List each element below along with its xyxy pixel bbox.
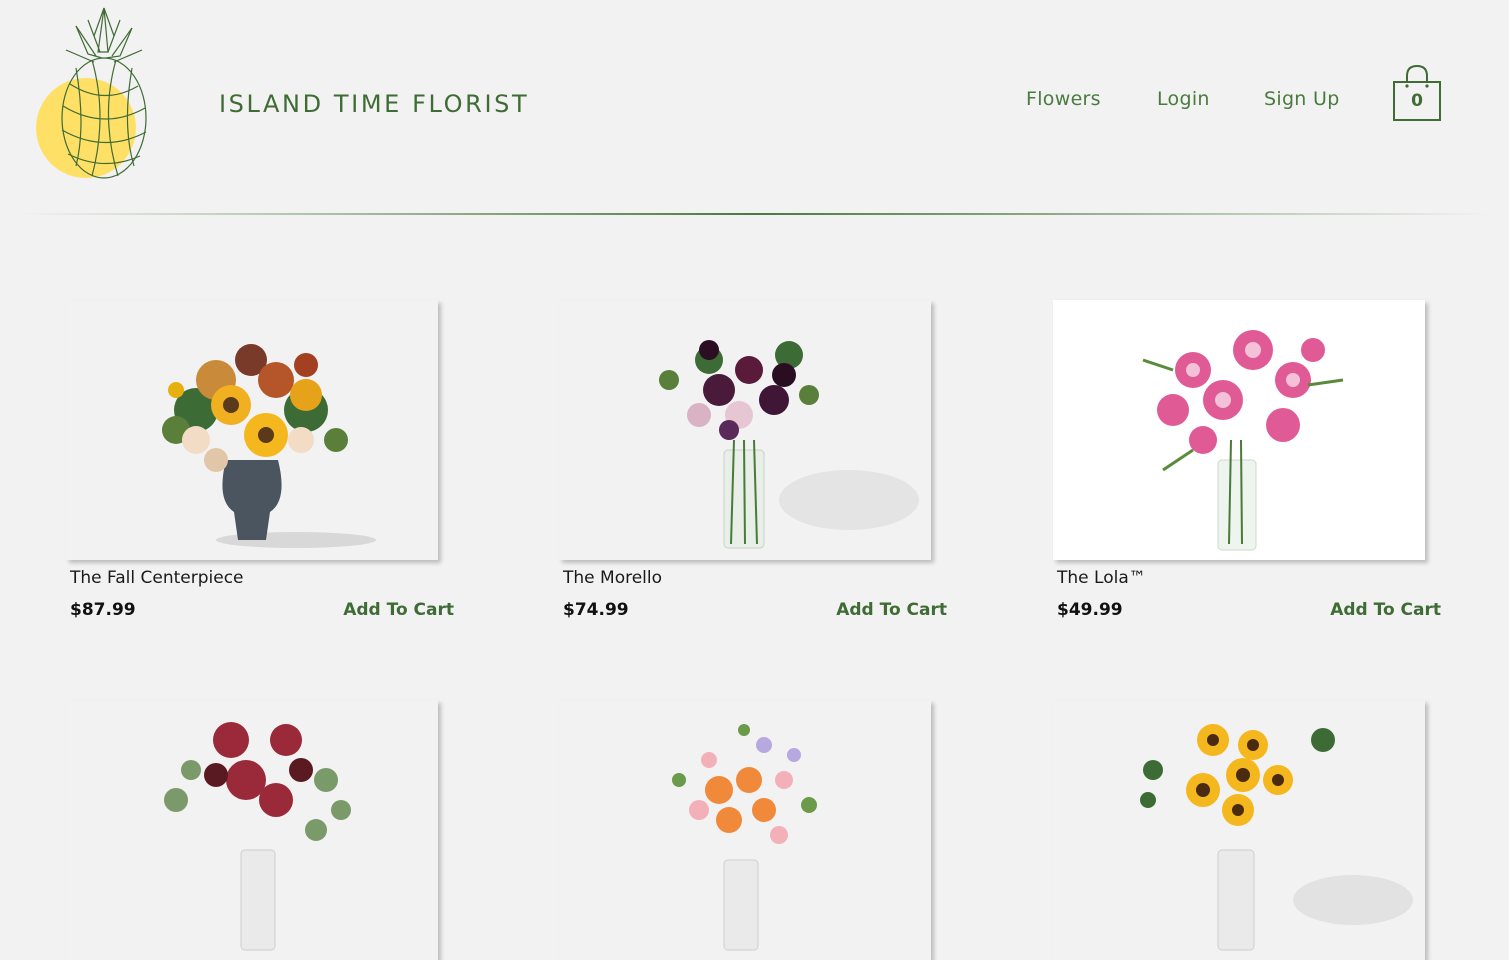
cart-button[interactable]: 0 [1391,62,1443,124]
cart-count: 0 [1411,91,1423,111]
nav-login[interactable]: Login [1157,88,1210,110]
add-to-cart-button[interactable]: Add To Cart [1330,600,1441,620]
product-price: $74.99 [563,600,629,620]
nav-flowers[interactable]: Flowers [1026,88,1101,110]
header-divider [20,213,1490,215]
product-image-fall-centerpiece[interactable] [66,300,438,560]
product-name[interactable]: The Morello [563,568,662,588]
product-image-protea[interactable] [66,700,438,960]
brand-name[interactable]: ISLAND TIME FLORIST [219,90,529,118]
product-image-rose-snapdragon[interactable] [559,700,931,960]
add-to-cart-button[interactable]: Add To Cart [343,600,454,620]
nav-signup[interactable]: Sign Up [1264,88,1340,110]
product-name[interactable]: The Fall Centerpiece [70,568,244,588]
product-image-lola[interactable] [1053,300,1425,560]
product-price: $49.99 [1057,600,1123,620]
pineapple-logo-icon[interactable] [36,6,152,182]
product-image-morello[interactable] [559,300,931,560]
product-image-sunflower[interactable] [1053,700,1425,960]
product-price: $87.99 [70,600,136,620]
product-name[interactable]: The Lola™ [1057,568,1146,588]
add-to-cart-button[interactable]: Add To Cart [836,600,947,620]
site-header: ISLAND TIME FLORIST Flowers Login Sign U… [0,0,1509,216]
